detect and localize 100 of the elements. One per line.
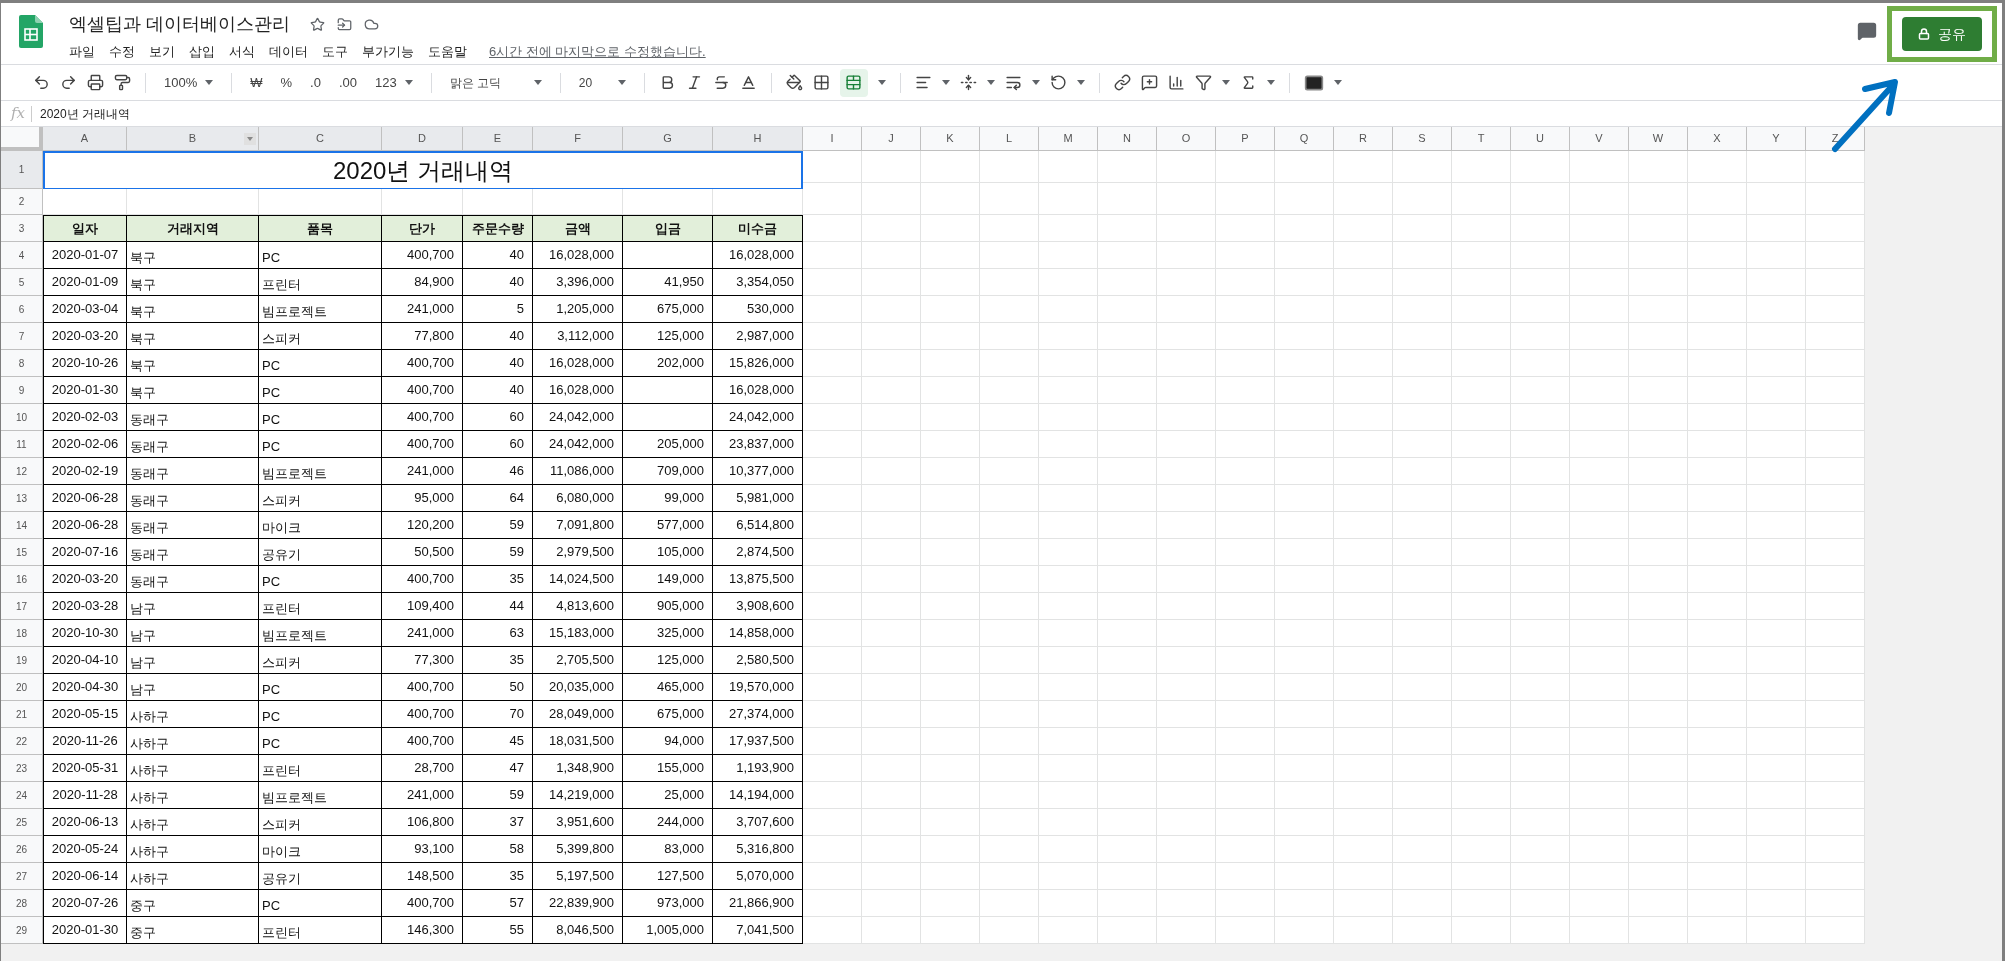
zoom-dropdown[interactable]: 100% [160,68,218,97]
cloud-icon[interactable] [364,17,379,32]
column-heading[interactable]: C [259,127,382,151]
star-icon[interactable] [310,17,325,32]
row-number[interactable]: 24 [1,782,43,809]
link-icon[interactable] [1113,74,1131,91]
row-number[interactable]: 21 [1,701,43,728]
borders-icon[interactable] [812,74,830,91]
formula-field[interactable]: 2020년 거래내역 [40,104,131,123]
column-heading[interactable]: E [463,127,533,151]
decrease-decimal-button[interactable]: .0 [306,68,325,97]
row-number[interactable]: 20 [1,674,43,701]
font-dropdown[interactable]: 맑은 고딕 [445,68,546,97]
row-number[interactable]: 16 [1,566,43,593]
caret-icon [1333,80,1342,85]
row-number[interactable]: 13 [1,485,43,512]
row-number[interactable]: 19 [1,647,43,674]
row-number[interactable]: 22 [1,728,43,755]
column-heading[interactable]: K [921,127,980,151]
number-format-dropdown[interactable]: 123 [371,68,417,97]
row-number[interactable]: 17 [1,593,43,620]
menu-item[interactable]: 부가기능 [362,42,414,62]
merge-cells-button[interactable] [839,68,868,97]
column-heading[interactable]: B [127,127,259,151]
redo-icon[interactable] [60,74,77,91]
menu-item[interactable]: 도움말 [428,42,467,62]
document-title[interactable]: 엑셀팁과 데이터베이스관리 [69,11,290,38]
row-number[interactable]: 12 [1,458,43,485]
strikethrough-icon[interactable] [712,74,730,91]
row-number[interactable]: 4 [1,242,43,269]
font-size-dropdown[interactable]: 20 [574,68,630,97]
spreadsheet-logo-icon[interactable] [19,15,43,48]
column-menu-icon[interactable] [244,133,256,145]
paint-format-icon[interactable] [114,74,131,91]
row-number[interactable]: 1 [1,151,43,189]
print-icon[interactable] [87,74,104,91]
vertical-align-icon[interactable] [959,74,977,91]
column-heading[interactable]: O [1157,127,1216,151]
last-edit-link[interactable]: 6시간 전에 마지막으로 수정했습니다. [489,42,706,62]
column-heading[interactable]: V [1570,127,1629,151]
row-number[interactable]: 26 [1,836,43,863]
menu-item[interactable]: 데이터 [269,42,308,62]
text-rotation-icon[interactable] [1049,74,1067,91]
filter-icon[interactable] [1194,74,1212,91]
column-heading[interactable]: M [1039,127,1098,151]
share-button[interactable]: 공유 [1902,17,1982,51]
row-number[interactable]: 7 [1,323,43,350]
fill-color-icon[interactable] [785,74,803,91]
row-number[interactable]: 9 [1,377,43,404]
column-heading[interactable]: P [1216,127,1275,151]
row-number[interactable]: 15 [1,539,43,566]
text-color-icon[interactable] [739,74,757,91]
undo-icon[interactable] [33,74,50,91]
column-heading[interactable]: L [980,127,1039,151]
percent-button[interactable]: % [276,68,297,97]
chart-icon[interactable] [1167,74,1185,91]
column-heading[interactable]: D [382,127,463,151]
sheet-title-cell[interactable]: 2020년 거래내역 [43,151,803,189]
increase-decimal-button[interactable]: .00 [334,68,361,97]
column-heading[interactable]: H [713,127,803,151]
text-wrap-icon[interactable] [1004,74,1022,91]
column-heading[interactable]: Q [1275,127,1334,151]
menu-item[interactable]: 보기 [149,42,175,62]
row-number[interactable]: 18 [1,620,43,647]
column-heading[interactable]: A [43,127,127,151]
row-number[interactable]: 14 [1,512,43,539]
menu-item[interactable]: 수정 [109,42,135,62]
column-heading[interactable]: Y [1747,127,1806,151]
column-heading[interactable]: G [623,127,713,151]
column-heading[interactable]: X [1688,127,1747,151]
row-number[interactable]: 8 [1,350,43,377]
column-heading[interactable]: I [803,127,862,151]
menu-item[interactable]: 서식 [229,42,255,62]
row-number[interactable]: 10 [1,404,43,431]
row-number[interactable]: 2 [1,189,43,215]
row-number[interactable]: 28 [1,890,43,917]
folder-icon[interactable] [337,17,352,32]
align-icon[interactable] [914,74,932,91]
column-heading[interactable]: U [1511,127,1570,151]
row-number[interactable]: 25 [1,809,43,836]
currency-button[interactable]: ₩ [246,68,267,97]
comments-icon[interactable] [1857,21,1877,41]
menu-item[interactable]: 파일 [69,42,95,62]
column-heading[interactable]: S [1393,127,1452,151]
column-heading[interactable]: R [1334,127,1393,151]
menu-item[interactable]: 삽입 [189,42,215,62]
menu-item[interactable]: 도구 [322,42,348,62]
row-number[interactable]: 6 [1,296,43,323]
column-heading[interactable]: J [862,127,921,151]
row-number[interactable]: 3 [1,215,43,242]
column-heading[interactable]: T [1452,127,1511,151]
row-number[interactable]: 5 [1,269,43,296]
row-number[interactable]: 27 [1,863,43,890]
row-number[interactable]: 23 [1,755,43,782]
row-number[interactable]: 11 [1,431,43,458]
column-heading[interactable]: F [533,127,623,151]
row-number[interactable]: 29 [1,917,43,944]
column-heading[interactable]: N [1098,127,1157,151]
add-comment-icon[interactable] [1140,74,1158,91]
column-heading[interactable]: W [1629,127,1688,151]
